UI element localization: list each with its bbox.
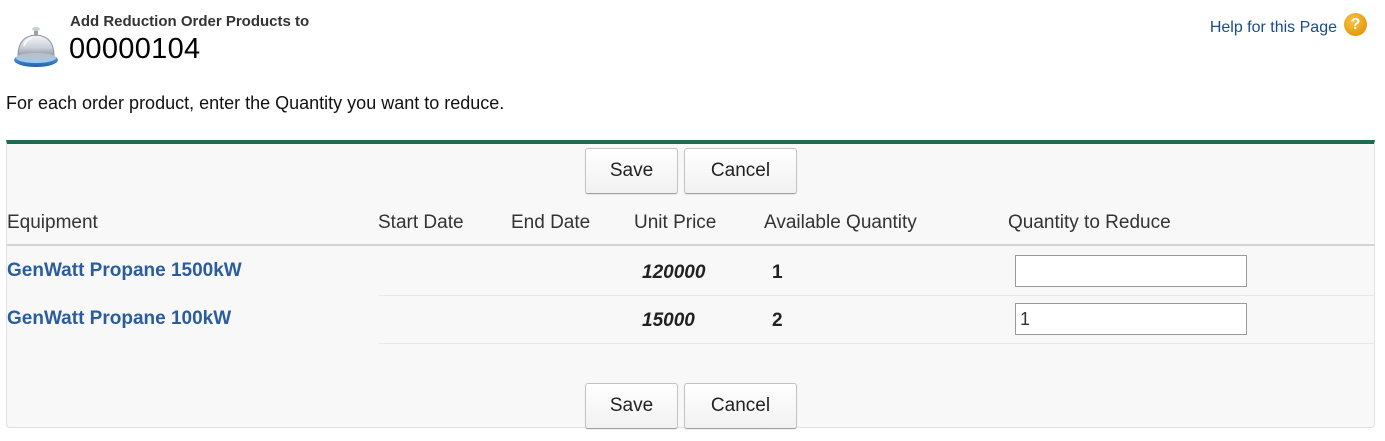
table-row: GenWatt Propane 100kW 15000 2 bbox=[7, 296, 1374, 344]
page-subtitle: Add Reduction Order Products to bbox=[70, 13, 310, 30]
column-header-end-date: End Date bbox=[511, 212, 591, 233]
table-row: GenWatt Propane 1500kW 120000 1 bbox=[7, 248, 1374, 296]
column-header-equipment: Equipment bbox=[7, 212, 98, 233]
quantity-to-reduce-input[interactable] bbox=[1015, 255, 1247, 287]
save-button-top[interactable]: Save bbox=[585, 148, 678, 194]
help-for-this-page-link[interactable]: Help for this Page bbox=[1210, 19, 1337, 37]
unit-price-cell: 120000 bbox=[642, 262, 706, 283]
column-header-start-date: Start Date bbox=[378, 212, 464, 233]
table-header-divider bbox=[7, 244, 1374, 246]
available-quantity-cell: 2 bbox=[772, 310, 783, 331]
save-button-bottom[interactable]: Save bbox=[585, 383, 678, 429]
help-question-icon[interactable]: ? bbox=[1344, 13, 1367, 36]
cancel-button-bottom[interactable]: Cancel bbox=[684, 383, 797, 429]
order-products-block: Save Cancel Equipment Start Date End Dat… bbox=[6, 140, 1375, 429]
equipment-link[interactable]: GenWatt Propane 1500kW bbox=[7, 260, 242, 282]
quantity-to-reduce-input[interactable] bbox=[1015, 303, 1247, 335]
cancel-button-top[interactable]: Cancel bbox=[684, 148, 797, 194]
page-title: 00000104 bbox=[69, 33, 201, 65]
service-bell-icon bbox=[12, 24, 60, 68]
column-header-available-quantity: Available Quantity bbox=[764, 212, 917, 233]
column-header-quantity-to-reduce: Quantity to Reduce bbox=[1008, 212, 1171, 233]
available-quantity-cell: 1 bbox=[772, 262, 783, 283]
instruction-text: For each order product, enter the Quanti… bbox=[6, 93, 505, 113]
column-header-unit-price: Unit Price bbox=[634, 212, 717, 233]
equipment-link[interactable]: GenWatt Propane 100kW bbox=[7, 308, 231, 330]
unit-price-cell: 15000 bbox=[642, 310, 695, 331]
page-header: Add Reduction Order Products to 00000104… bbox=[0, 0, 1385, 80]
row-divider bbox=[379, 343, 1374, 344]
page: Add Reduction Order Products to 00000104… bbox=[0, 0, 1385, 441]
